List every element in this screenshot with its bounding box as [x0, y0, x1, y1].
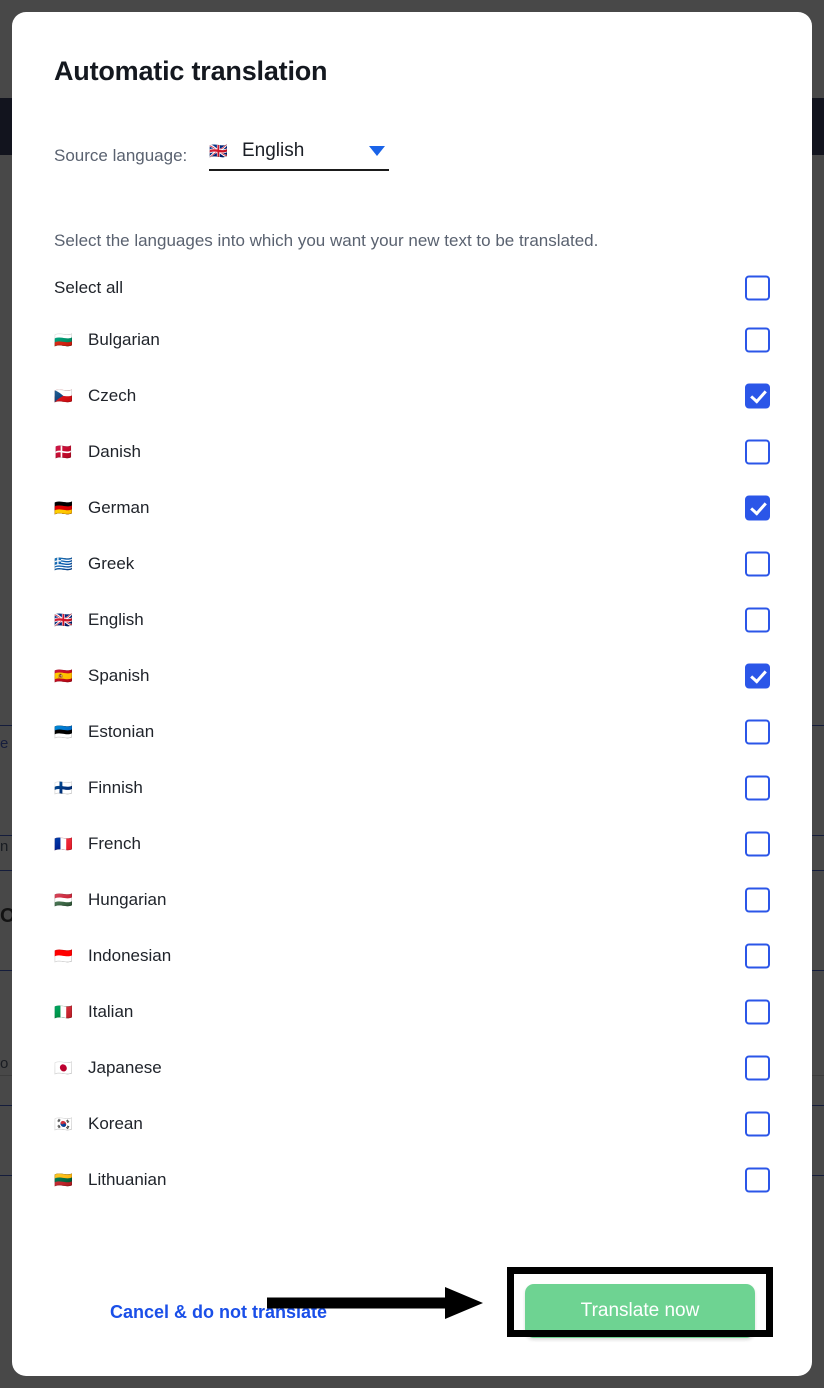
flag-icon: 🇰🇷	[54, 1115, 73, 1133]
flag-icon: 🇱🇹	[54, 1171, 73, 1189]
language-checkbox[interactable]	[745, 327, 770, 353]
language-label: Estonian	[88, 722, 155, 741]
language-label: English	[88, 610, 144, 629]
dialog-title: Automatic translation	[54, 56, 328, 86]
language-row[interactable]: 🇪🇪 Estonian	[12, 704, 812, 760]
dialog-footer: Cancel & do not translate Translate now	[12, 1228, 812, 1376]
select-all-label: Select all	[54, 278, 123, 297]
language-row[interactable]: 🇫🇮 Finnish	[12, 760, 812, 816]
language-checkbox[interactable]	[745, 383, 770, 409]
language-checkbox[interactable]	[745, 1167, 770, 1193]
language-label: Czech	[88, 386, 137, 405]
language-row[interactable]: 🇧🇬 Bulgarian	[12, 312, 812, 368]
language-row[interactable]: 🇯🇵 Japanese	[12, 1040, 812, 1096]
language-label: Spanish	[88, 666, 150, 685]
flag-icon: 🇨🇿	[54, 387, 73, 405]
language-label: French	[88, 834, 141, 853]
language-label: Finnish	[88, 778, 143, 797]
flag-icon: 🇧🇬	[54, 331, 73, 349]
language-checkbox[interactable]	[745, 1055, 770, 1081]
language-row[interactable]: 🇬🇷 Greek	[12, 536, 812, 592]
language-label: Bulgarian	[88, 330, 160, 349]
language-checkbox[interactable]	[745, 831, 770, 857]
language-label: Italian	[88, 1002, 134, 1021]
language-checkbox[interactable]	[745, 607, 770, 633]
language-row[interactable]: 🇩🇪 German	[12, 480, 812, 536]
flag-icon: 🇪🇸	[54, 667, 73, 685]
language-row[interactable]: 🇭🇺 Hungarian	[12, 872, 812, 928]
select-all-row[interactable]: Select all	[12, 264, 812, 312]
flag-icon: 🇫🇷	[54, 835, 73, 853]
select-all-checkbox[interactable]	[745, 275, 770, 301]
language-label: Danish	[88, 442, 141, 461]
language-checkbox[interactable]	[745, 775, 770, 801]
language-row[interactable]: 🇮🇩 Indonesian	[12, 928, 812, 984]
flag-icon: 🇬🇷	[54, 555, 73, 573]
language-label: Greek	[88, 554, 135, 573]
language-label: Indonesian	[88, 946, 172, 965]
translate-now-button[interactable]: Translate now	[525, 1284, 755, 1338]
source-language-row: Source language: 🇬🇧 English	[54, 140, 390, 171]
language-label: Japanese	[88, 1058, 162, 1077]
language-checkbox[interactable]	[745, 999, 770, 1025]
flag-icon: 🇪🇪	[54, 723, 73, 741]
language-checkbox[interactable]	[745, 663, 770, 689]
source-language-value: English	[241, 140, 305, 161]
flag-icon: 🇫🇮	[54, 779, 73, 797]
language-checkbox[interactable]	[745, 495, 770, 521]
language-row[interactable]: 🇨🇿 Czech	[12, 368, 812, 424]
flag-icon: 🇮🇹	[54, 1003, 73, 1021]
language-label: Korean	[88, 1114, 143, 1133]
flag-icon: 🇮🇩	[54, 947, 73, 965]
language-row[interactable]: 🇮🇹 Italian	[12, 984, 812, 1040]
uk-flag-icon: 🇬🇧	[209, 142, 228, 160]
language-label: Lithuanian	[88, 1170, 167, 1189]
language-checkbox[interactable]	[745, 943, 770, 969]
flag-icon: 🇩🇰	[54, 443, 73, 461]
language-label: Hungarian	[88, 890, 167, 909]
language-row[interactable]: 🇪🇸 Spanish	[12, 648, 812, 704]
language-checkbox[interactable]	[745, 887, 770, 913]
automatic-translation-dialog: Automatic translation Source language: 🇬…	[12, 12, 812, 1376]
flag-icon: 🇯🇵	[54, 1059, 73, 1077]
flag-icon: 🇬🇧	[54, 611, 73, 629]
language-row[interactable]: 🇱🇹 Lithuanian	[12, 1152, 812, 1208]
language-checkbox[interactable]	[745, 1111, 770, 1137]
language-row[interactable]: 🇰🇷 Korean	[12, 1096, 812, 1152]
language-checkbox[interactable]	[745, 719, 770, 745]
source-language-select[interactable]: 🇬🇧 English	[209, 140, 390, 171]
dialog-description: Select the languages into which you want…	[54, 231, 599, 250]
flag-icon: 🇭🇺	[54, 891, 73, 909]
cancel-link[interactable]: Cancel & do not translate	[110, 1302, 327, 1323]
flag-icon: 🇩🇪	[54, 499, 73, 517]
language-row[interactable]: 🇫🇷 French	[12, 816, 812, 872]
source-language-label: Source language:	[54, 145, 188, 165]
language-list: Select all 🇧🇬 Bulgarian 🇨🇿 Czech 🇩🇰 Danish 🇩🇪 Ge…	[12, 264, 812, 1208]
chevron-down-icon	[369, 146, 386, 156]
language-checkbox[interactable]	[745, 551, 770, 577]
language-row[interactable]: 🇬🇧 English	[12, 592, 812, 648]
language-label: German	[88, 498, 150, 517]
language-checkbox[interactable]	[745, 439, 770, 465]
language-row[interactable]: 🇩🇰 Danish	[12, 424, 812, 480]
